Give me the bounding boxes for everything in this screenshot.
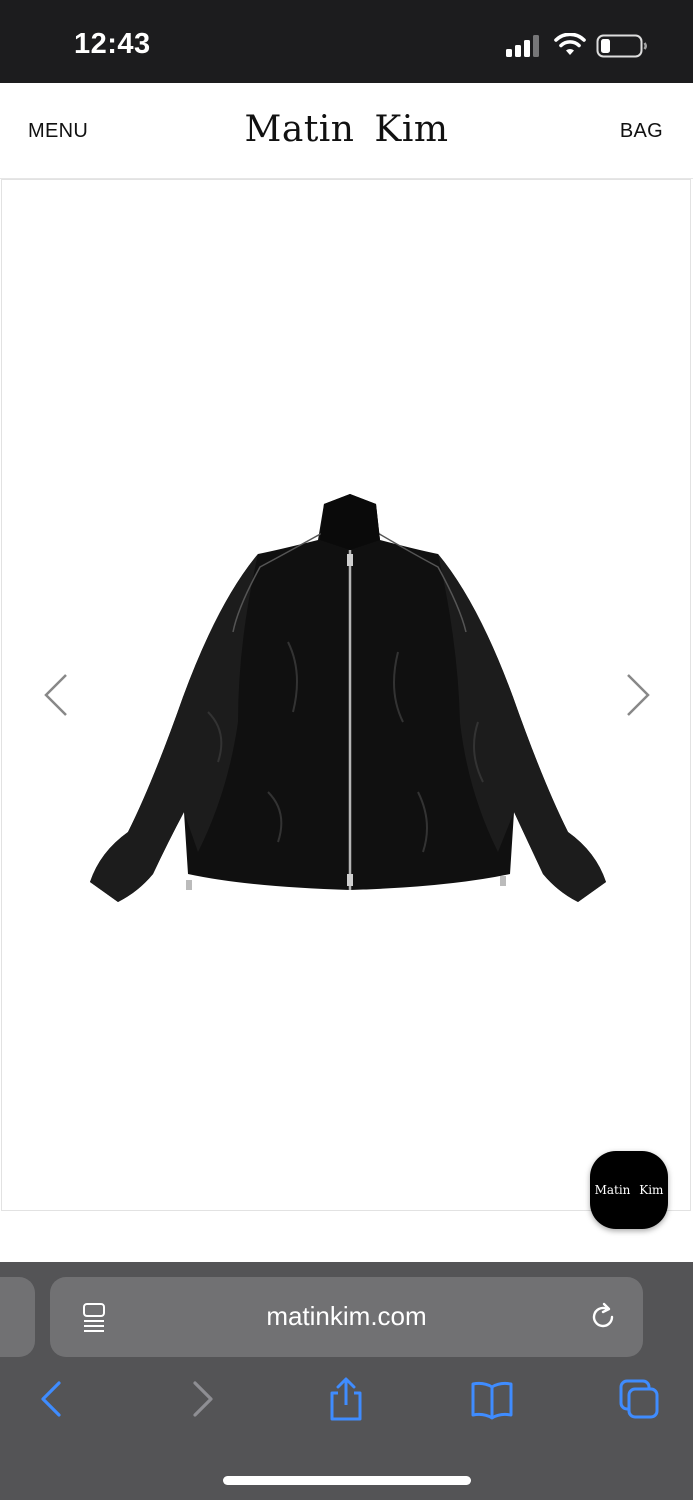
address-bar[interactable]: matinkim.com [50,1277,643,1357]
battery-icon [596,34,647,58]
back-icon[interactable] [30,1377,74,1421]
previous-tab-preview[interactable] [0,1277,35,1357]
url-text[interactable]: matinkim.com [50,1301,643,1332]
chevron-right-icon[interactable] [622,672,654,718]
chevron-left-icon[interactable] [40,672,72,718]
bookmarks-icon[interactable] [470,1377,514,1421]
browser-toolbar: matinkim.com [0,1262,693,1500]
status-time: 12:43 [74,28,151,60]
forward-icon[interactable] [180,1377,224,1421]
brand-logo[interactable]: Matin Kim [0,109,693,150]
site-header: MENU Matin Kim BAG [0,83,693,179]
tabs-icon[interactable] [617,1377,661,1421]
signal-icon [506,35,539,57]
share-icon[interactable] [324,1377,368,1421]
reload-icon[interactable] [587,1301,619,1333]
status-bar: 12:43 [0,0,693,83]
product-image[interactable] [88,492,608,912]
chat-button[interactable]: Matin Kim [590,1151,668,1229]
product-gallery [1,179,691,1211]
wifi-icon [554,33,586,55]
bag-button[interactable]: BAG [620,120,663,143]
home-indicator[interactable] [223,1476,471,1485]
